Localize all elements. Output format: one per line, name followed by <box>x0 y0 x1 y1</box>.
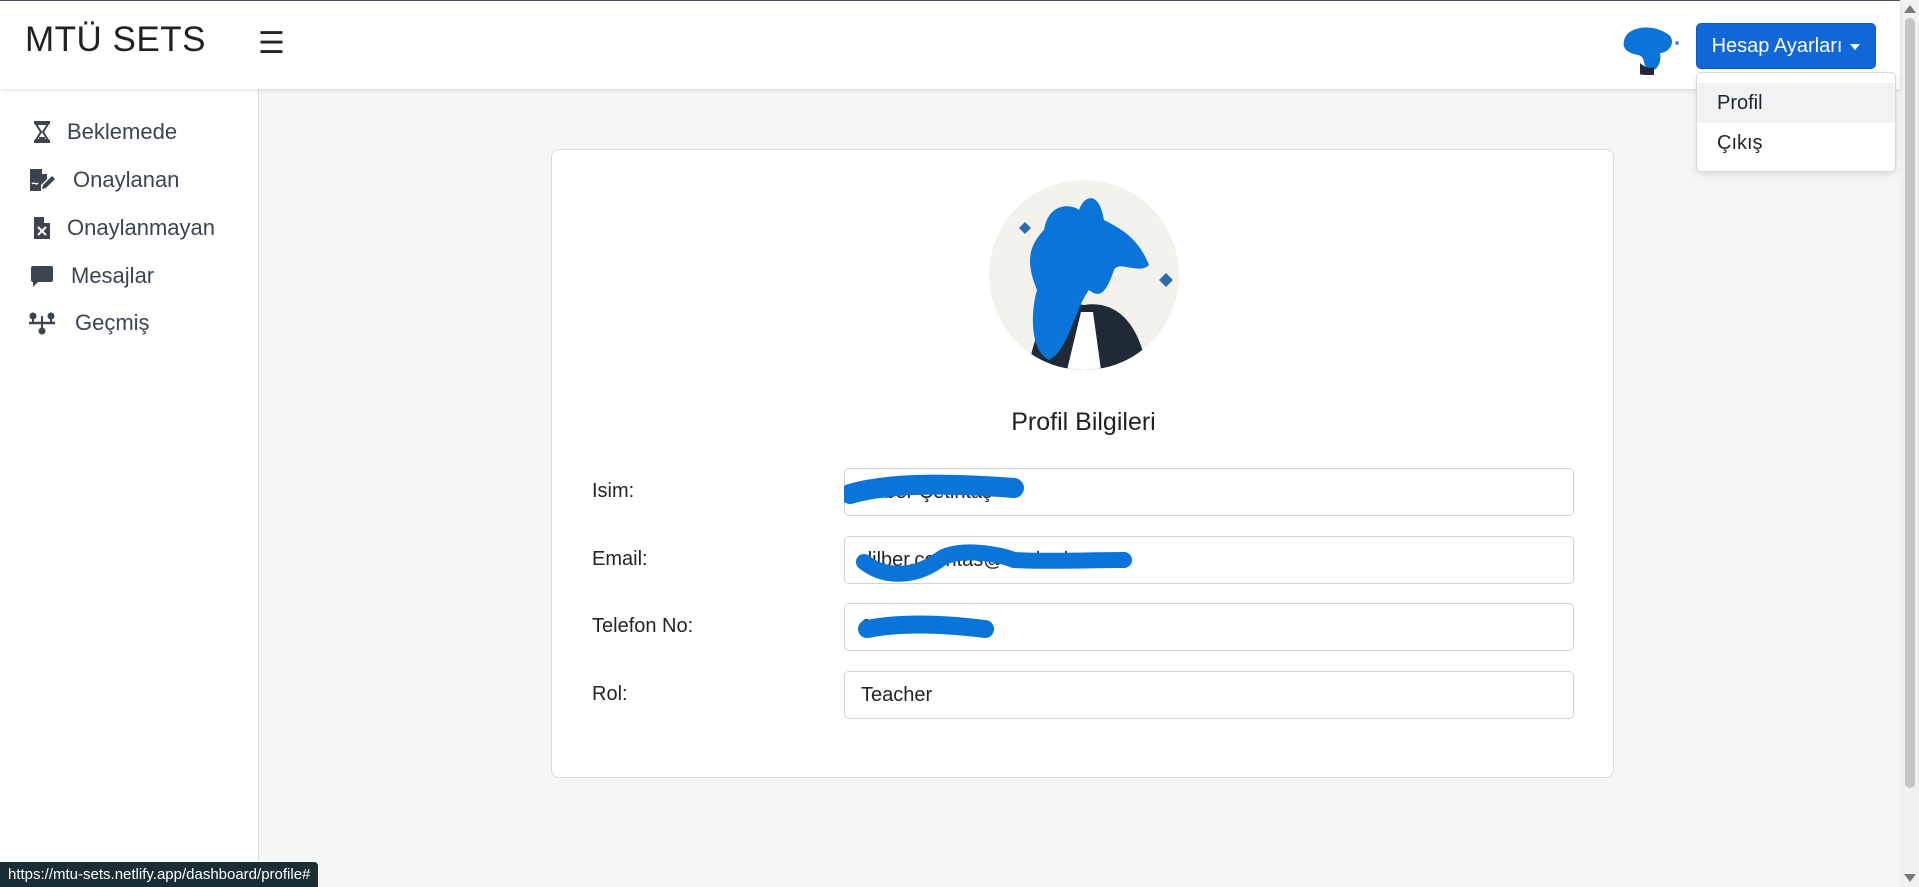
form-row-phone: Telefon No: <box>592 603 1582 651</box>
sidebar-item-rejected[interactable]: Onaylanmayan <box>27 213 215 243</box>
role-field[interactable] <box>844 671 1574 719</box>
scroll-thumb[interactable] <box>1905 18 1915 788</box>
top-navbar: MTÜ SETS ☰ Hesap Ayarları <box>0 0 1900 89</box>
sidebar-item-messages[interactable]: Mesajlar <box>27 261 154 291</box>
message-icon <box>27 261 57 291</box>
form-row-role: Rol: <box>592 671 1582 719</box>
file-signature-icon <box>27 165 57 195</box>
name-field[interactable] <box>844 468 1574 516</box>
name-label: Isim: <box>592 480 635 502</box>
hamburger-menu-icon[interactable]: ☰ <box>258 29 285 59</box>
phone-field[interactable] <box>844 603 1574 651</box>
dropdown-item-profile[interactable]: Profil <box>1697 83 1895 123</box>
sidebar-item-label: Onaylanmayan <box>67 215 215 240</box>
sidebar-item-history[interactable]: Geçmiş <box>27 308 150 338</box>
sidebar-item-label: Onaylanan <box>73 167 180 192</box>
account-dropdown-menu: Profil Çıkış <box>1696 72 1896 172</box>
page-scrollbar[interactable] <box>1900 0 1919 887</box>
profile-title: Profil Bilgileri <box>1011 408 1156 436</box>
caret-down-icon <box>1850 44 1861 50</box>
sidebar-item-approved[interactable]: Onaylanan <box>27 165 179 195</box>
role-label: Rol: <box>592 683 628 705</box>
sidebar-item-label: Geçmiş <box>75 310 150 335</box>
email-label: Email: <box>592 548 648 570</box>
scroll-down-icon[interactable] <box>1904 874 1916 882</box>
sidebar-item-label: Beklemede <box>67 119 178 144</box>
scroll-up-icon[interactable] <box>1904 5 1916 13</box>
form-row-name: Isim: <box>592 468 1582 516</box>
status-bar-url: https://mtu-sets.netlify.app/dashboard/p… <box>0 862 319 887</box>
timeline-icon <box>27 308 57 338</box>
sidebar-item-label: Mesajlar <box>71 263 155 288</box>
brand-title[interactable]: MTÜ SETS <box>25 20 206 60</box>
sidebar: Beklemede Onaylanan Onaylanmayan Mesajla… <box>0 89 259 887</box>
email-field[interactable] <box>844 536 1574 584</box>
hourglass-icon <box>27 117 57 147</box>
profile-card: Profil Bilgileri Isim: Email: Telefon No… <box>551 149 1614 778</box>
account-settings-label: Hesap Ayarları <box>1711 34 1843 57</box>
sidebar-item-pending[interactable]: Beklemede <box>27 117 177 147</box>
account-settings-button[interactable]: Hesap Ayarları <box>1696 23 1876 69</box>
user-avatar[interactable] <box>1620 23 1682 75</box>
phone-label: Telefon No: <box>592 615 694 637</box>
dropdown-item-logout[interactable]: Çıkış <box>1697 123 1895 163</box>
profile-photo <box>989 180 1179 370</box>
form-row-email: Email: <box>592 536 1582 584</box>
file-excel-icon <box>27 213 57 243</box>
